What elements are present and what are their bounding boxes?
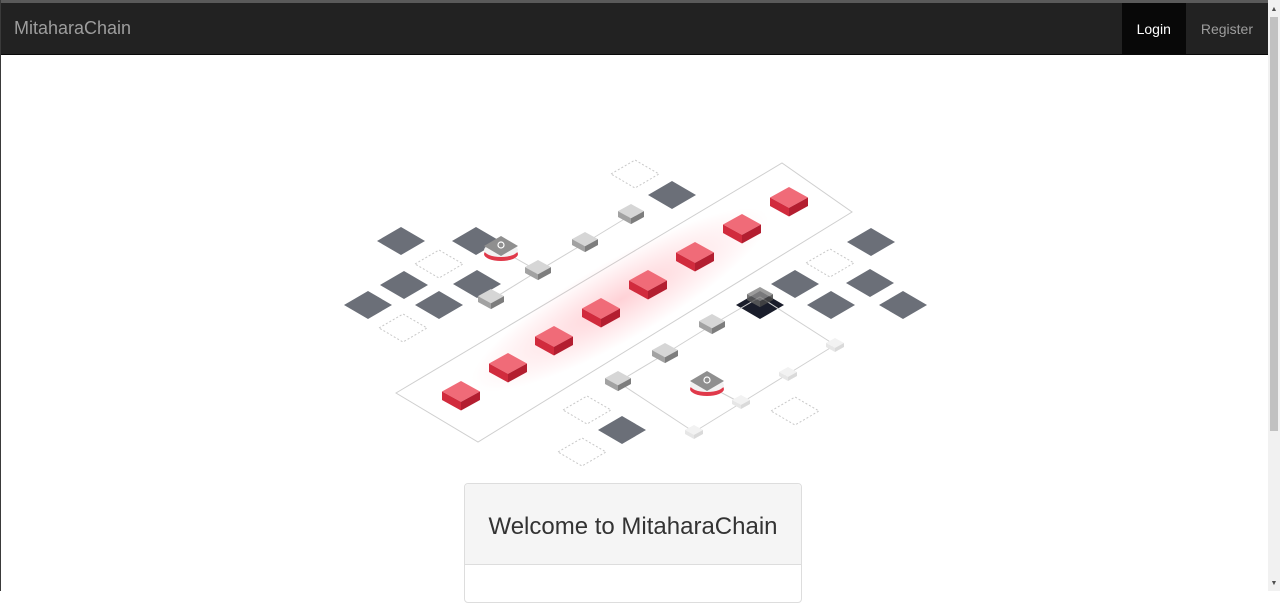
grey-block <box>652 343 678 364</box>
tile-solid <box>807 291 855 319</box>
welcome-panel: Welcome to MitaharaChain <box>464 483 802 603</box>
tile-outline <box>610 159 660 189</box>
tile-solid <box>598 416 646 444</box>
faint-block <box>826 338 844 352</box>
grey-block <box>618 204 644 225</box>
hero-illustration <box>330 150 940 475</box>
vertical-scrollbar[interactable]: ▲ ▼ <box>1268 0 1280 591</box>
navbar-right-links: Login Register <box>1121 3 1268 55</box>
tile-outline <box>414 249 464 279</box>
tile-solid <box>846 269 894 297</box>
tile-solid <box>415 291 463 319</box>
tile-solid <box>879 291 927 319</box>
scroll-up-arrow-icon[interactable]: ▲ <box>1268 3 1280 17</box>
blockchain-illustration <box>344 159 927 467</box>
tile-outline <box>562 395 612 425</box>
token-stack-icon <box>690 371 724 396</box>
tile-solid <box>771 270 819 298</box>
red-block <box>770 187 808 217</box>
faint-block <box>685 425 703 439</box>
tile-solid <box>377 227 425 255</box>
navbar: MitaharaChain Login Register <box>0 3 1268 55</box>
register-link[interactable]: Register <box>1186 3 1268 55</box>
scroll-down-arrow-icon[interactable]: ▼ <box>1268 577 1280 591</box>
grey-block <box>572 232 598 253</box>
tile-solid <box>380 271 428 299</box>
tile-outline <box>770 396 820 426</box>
faint-block <box>779 367 797 381</box>
tile-outline <box>557 437 607 467</box>
tile-solid <box>344 291 392 319</box>
welcome-panel-heading: Welcome to MitaharaChain <box>465 484 801 565</box>
brand-link[interactable]: MitaharaChain <box>14 17 131 39</box>
tile-solid <box>648 181 696 209</box>
welcome-title: Welcome to MitaharaChain <box>488 513 778 540</box>
tile-outline <box>378 313 428 343</box>
tile-solid <box>847 228 895 256</box>
scrollbar-thumb[interactable] <box>1270 17 1278 431</box>
login-link[interactable]: Login <box>1121 3 1186 55</box>
tile-outline <box>805 248 855 278</box>
